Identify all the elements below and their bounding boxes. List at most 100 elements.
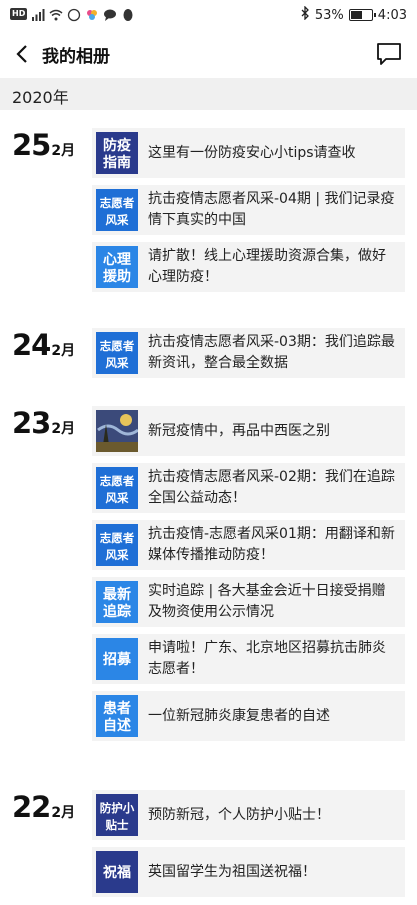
- status-right: 53% 4:03: [300, 5, 407, 24]
- date-month: 2月: [51, 343, 76, 359]
- post-thumbnail: 防护小 贴士: [96, 794, 138, 836]
- post-title-text: 申请啦！广东、北京地区招募抗击肺炎志愿者！: [148, 640, 386, 677]
- svg-text:祝福: 祝福: [103, 864, 131, 881]
- penguin-icon: [121, 7, 135, 21]
- post-thumbnail: 祝福: [96, 851, 138, 893]
- album-post[interactable]: 志愿者 风采 抗击疫情-志愿者风采01期：用翻译和新媒体传播推动防疫！: [92, 520, 405, 570]
- post-title: 新冠疫情中，再品中西医之别: [148, 410, 395, 452]
- post-title-text: 实时追踪 | 各大基金会近十日接受捐赠及物资使用公示情况: [148, 583, 386, 620]
- chevron-left-icon: [16, 45, 27, 63]
- post-title-text: 预防新冠，个人防护小贴士！: [148, 806, 330, 823]
- album-post[interactable]: 防疫 指南 这里有一份防疫安心小tips请查收: [92, 128, 405, 178]
- svg-text:志愿者: 志愿者: [100, 339, 135, 353]
- post-thumbnail: 志愿者 风采: [96, 524, 138, 566]
- post-title: 抗击疫情志愿者风采-02期：我们在追踪全国公益动态！: [148, 467, 395, 509]
- date-month: 2月: [51, 421, 76, 437]
- date-day: 23: [12, 406, 51, 440]
- post-thumbnail: 心理 援助: [96, 246, 138, 288]
- clock: 4:03: [377, 7, 407, 23]
- post-thumbnail: 招募: [96, 638, 138, 680]
- post-thumbnail: [96, 410, 138, 452]
- post-title-text: 抗击疫情志愿者风采-03期：我们追踪最新资讯，整合最全数据: [148, 334, 395, 371]
- status-bar: HD 53% 4:03: [0, 0, 417, 30]
- svg-text:患者: 患者: [103, 700, 131, 717]
- svg-text:志愿者: 志愿者: [100, 474, 135, 488]
- svg-text:志愿者: 志愿者: [100, 531, 135, 545]
- battery-icon: [348, 9, 376, 21]
- color-app-icon: [85, 7, 99, 21]
- post-title-text: 抗击疫情志愿者风采-02期：我们在追踪全国公益动态！: [148, 469, 395, 506]
- post-title-text: 新冠疫情中，再品中西医之别: [148, 422, 330, 439]
- message-icon: [377, 43, 401, 65]
- post-title-text: 英国留学生为祖国送祝福！: [148, 863, 316, 880]
- date-label: 25 2月: [12, 128, 75, 162]
- svg-text:防疫: 防疫: [103, 137, 131, 154]
- message-button[interactable]: [375, 41, 403, 67]
- post-thumbnail: 志愿者 风采: [96, 189, 138, 231]
- svg-text:最新: 最新: [103, 586, 131, 603]
- album-post[interactable]: 最新 追踪 实时追踪 | 各大基金会近十日接受捐赠及物资使用公示情况: [92, 577, 405, 627]
- album-post[interactable]: 志愿者 风采 抗击疫情志愿者风采-02期：我们在追踪全国公益动态！: [92, 463, 405, 513]
- post-title: 抗击疫情志愿者风采-03期：我们追踪最新资讯，整合最全数据: [148, 332, 395, 374]
- date-month: 2月: [51, 805, 76, 821]
- date-day: 25: [12, 128, 51, 162]
- battery-fill: [350, 11, 363, 19]
- date-label: 24 2月: [12, 328, 75, 362]
- svg-text:志愿者: 志愿者: [100, 196, 135, 210]
- post-title-text: 这里有一份防疫安心小tips请查收: [148, 144, 356, 161]
- album-post[interactable]: 祝福 英国留学生为祖国送祝福！: [92, 847, 405, 897]
- svg-text:风采: 风采: [106, 213, 129, 227]
- svg-text:招募: 招募: [103, 651, 132, 668]
- post-title: 申请啦！广东、北京地区招募抗击肺炎志愿者！: [148, 638, 395, 680]
- svg-text:风采: 风采: [106, 548, 129, 562]
- status-left-icons: HD: [10, 7, 135, 22]
- date-label: 22 2月: [12, 790, 75, 824]
- album-post[interactable]: 招募 申请啦！广东、北京地区招募抗击肺炎志愿者！: [92, 634, 405, 684]
- post-title-text: 抗击疫情-志愿者风采01期：用翻译和新媒体传播推动防疫！: [148, 526, 395, 563]
- album-post[interactable]: 新冠疫情中，再品中西医之别: [92, 406, 405, 456]
- svg-text:自述: 自述: [103, 717, 131, 734]
- post-title-text: 一位新冠肺炎康复患者的自述: [148, 707, 330, 724]
- svg-text:风采: 风采: [106, 491, 129, 505]
- svg-text:心理: 心理: [103, 252, 131, 268]
- year-header: 2020年: [0, 78, 417, 110]
- wifi-icon: [49, 7, 63, 21]
- date-day: 22: [12, 790, 51, 824]
- post-thumbnail: 志愿者 风采: [96, 332, 138, 374]
- post-thumbnail: 最新 追踪: [96, 581, 138, 623]
- back-button[interactable]: [8, 40, 36, 68]
- post-title: 请扩散！线上心理援助资源合集，做好心理防疫！: [148, 246, 395, 288]
- post-title: 预防新冠，个人防护小贴士！: [148, 794, 395, 836]
- date-month: 2月: [51, 143, 76, 159]
- post-title: 抗击疫情志愿者风采-04期 | 我们记录疫情下真实的中国: [148, 189, 395, 231]
- svg-text:防护小: 防护小: [100, 801, 135, 815]
- signal-icon: [31, 7, 45, 21]
- post-thumbnail: 志愿者 风采: [96, 467, 138, 509]
- battery-percent: 53%: [314, 7, 344, 23]
- post-title-text: 请扩散！线上心理援助资源合集，做好心理防疫！: [148, 248, 386, 285]
- year-label: 2020年: [12, 88, 69, 107]
- nav-bar: 我的相册: [0, 30, 417, 78]
- post-title: 英国留学生为祖国送祝福！: [148, 851, 395, 893]
- post-title: 实时追踪 | 各大基金会近十日接受捐赠及物资使用公示情况: [148, 581, 395, 623]
- chat-notification-icon: [103, 7, 117, 21]
- svg-text:追踪: 追踪: [103, 603, 131, 620]
- page-title: 我的相册: [42, 47, 110, 67]
- hd-badge: HD: [10, 8, 28, 20]
- album-post[interactable]: 患者 自述 一位新冠肺炎康复患者的自述: [92, 691, 405, 741]
- album-post[interactable]: 志愿者 风采 抗击疫情志愿者风采-03期：我们追踪最新资讯，整合最全数据: [92, 328, 405, 378]
- date-label: 23 2月: [12, 406, 75, 440]
- post-thumbnail: 患者 自述: [96, 695, 138, 737]
- app-notification-icon: [67, 7, 81, 22]
- post-title: 抗击疫情-志愿者风采01期：用翻译和新媒体传播推动防疫！: [148, 524, 395, 566]
- post-title: 一位新冠肺炎康复患者的自述: [148, 695, 395, 737]
- post-title: 这里有一份防疫安心小tips请查收: [148, 132, 395, 174]
- svg-text:风采: 风采: [106, 356, 129, 370]
- album-post[interactable]: 防护小 贴士 预防新冠，个人防护小贴士！: [92, 790, 405, 840]
- svg-text:援助: 援助: [103, 268, 131, 285]
- bluetooth-icon: [300, 5, 310, 24]
- date-day: 24: [12, 328, 51, 362]
- post-title-text: 抗击疫情志愿者风采-04期 | 我们记录疫情下真实的中国: [148, 191, 395, 228]
- album-post[interactable]: 心理 援助 请扩散！线上心理援助资源合集，做好心理防疫！: [92, 242, 405, 292]
- album-post[interactable]: 志愿者 风采 抗击疫情志愿者风采-04期 | 我们记录疫情下真实的中国: [92, 185, 405, 235]
